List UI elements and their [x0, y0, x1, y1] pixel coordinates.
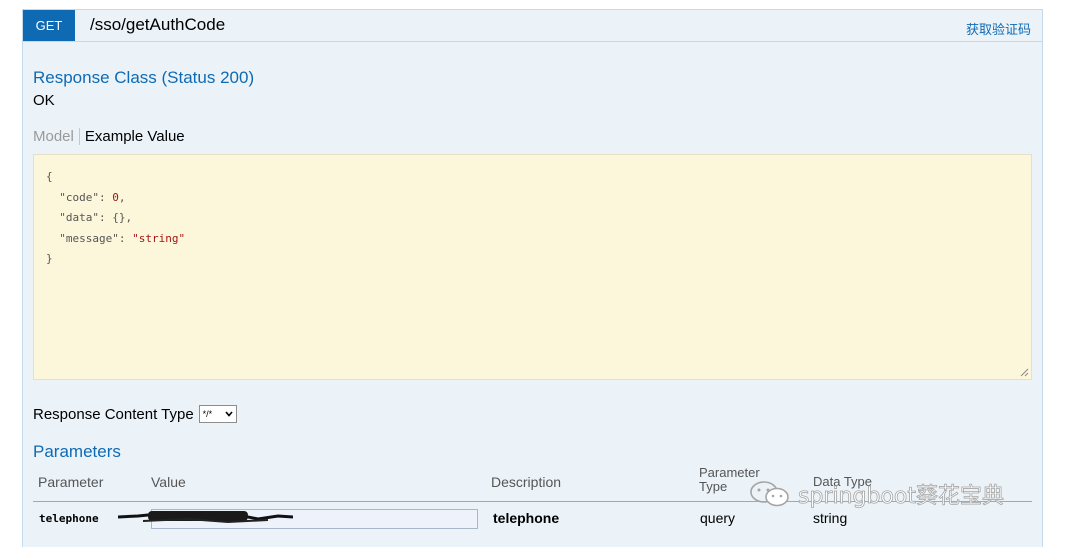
operation-summary-link[interactable]: 获取验证码 — [966, 19, 1031, 38]
header-value: Value — [151, 474, 186, 490]
resize-grip-icon[interactable] — [1020, 368, 1029, 377]
endpoint-path[interactable]: /sso/getAuthCode — [90, 15, 225, 35]
response-status-text: OK — [33, 92, 55, 109]
parameters-title: Parameters — [33, 442, 121, 461]
example-json: { "code": 0, "data": {}, "message": "str… — [46, 170, 186, 265]
http-method-badge[interactable]: GET — [23, 10, 75, 41]
header-description: Description — [491, 474, 562, 490]
wechat-icon — [750, 481, 789, 507]
content-type-select[interactable]: */* — [198, 405, 237, 423]
watermark-text: springboot葵花宝典 — [798, 484, 1005, 510]
param-type: query — [700, 510, 736, 526]
example-value-box[interactable]: { "code": 0, "data": {}, "message": "str… — [33, 154, 1032, 380]
param-data-type: string — [813, 510, 848, 526]
header-parameter: Parameter — [38, 474, 104, 490]
watermark: springboot葵花宝典 — [748, 478, 1004, 510]
param-name: telephone — [39, 512, 99, 525]
response-content-type: Response Content Type */* — [33, 405, 237, 423]
tab-model[interactable]: Model — [33, 127, 80, 145]
response-class-title: Response Class (Status 200) — [33, 68, 255, 87]
redaction-scribble — [118, 511, 293, 524]
chevron-down-icon — [225, 411, 233, 417]
tab-example-value[interactable]: Example Value — [80, 128, 185, 145]
model-tabs: Model Example Value — [33, 126, 185, 146]
operation-panel: GET /sso/getAuthCode 获取验证码 Response Clas… — [22, 9, 1043, 547]
param-description: telephone — [493, 510, 560, 526]
response-content-type-label: Response Content Type — [33, 405, 194, 423]
operation-heading[interactable]: GET /sso/getAuthCode 获取验证码 — [23, 10, 1042, 42]
